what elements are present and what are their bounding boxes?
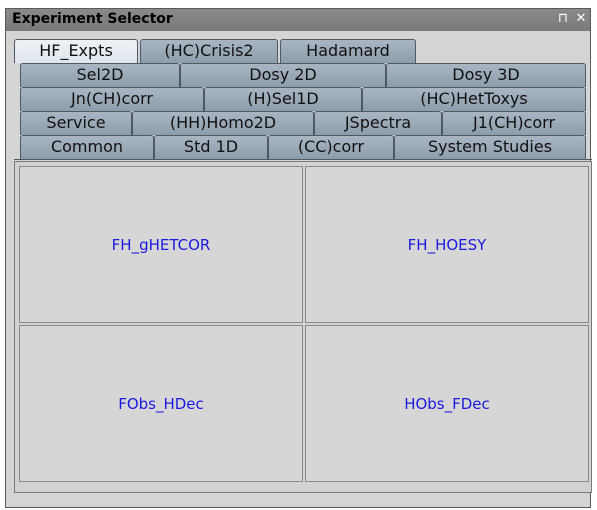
experiment-button-panel: FH_gHETCOR FH_HOESY FObs_HDec HObs_FDec	[14, 161, 592, 493]
tab-std-1d[interactable]: Std 1D	[154, 135, 268, 159]
tab-divider	[14, 159, 592, 160]
experiment-selector-window: Experiment Selector ⊓ ✕ HF_Expts (HC)Cri…	[5, 8, 592, 508]
tab-jspectra[interactable]: JSpectra	[314, 111, 442, 135]
title-bar[interactable]: Experiment Selector ⊓ ✕	[6, 9, 590, 31]
tab-cc-corr[interactable]: (CC)corr	[268, 135, 394, 159]
window-title: Experiment Selector	[12, 11, 173, 27]
tab-hadamard[interactable]: Hadamard	[280, 39, 416, 63]
experiment-tab-strip: HF_Expts (HC)Crisis2 Hadamard Sel2D Dosy…	[14, 33, 592, 178]
close-icon[interactable]: ✕	[572, 10, 590, 28]
tab-jn-ch-corr[interactable]: Jn(CH)corr	[20, 87, 204, 111]
tab-sel2d[interactable]: Sel2D	[20, 63, 180, 87]
tab-hc-hettoxys[interactable]: (HC)HetToxys	[362, 87, 586, 111]
tab-j1-ch-corr[interactable]: J1(CH)corr	[442, 111, 586, 135]
tab-hf-expts[interactable]: HF_Expts	[14, 39, 138, 63]
experiment-button-fobs-hdec[interactable]: FObs_HDec	[19, 325, 303, 482]
tab-service[interactable]: Service	[20, 111, 132, 135]
experiment-button-fh-hoesy[interactable]: FH_HOESY	[305, 166, 589, 323]
tab-hh-homo2d[interactable]: (HH)Homo2D	[132, 111, 314, 135]
float-icon[interactable]: ⊓	[554, 10, 572, 28]
experiment-button-hobs-fdec[interactable]: HObs_FDec	[305, 325, 589, 482]
tab-system-studies[interactable]: System Studies	[394, 135, 586, 159]
tab-common[interactable]: Common	[20, 135, 154, 159]
tab-hc-crisis2[interactable]: (HC)Crisis2	[140, 39, 278, 63]
experiment-button-fh-ghetcor[interactable]: FH_gHETCOR	[19, 166, 303, 323]
tab-dosy-2d[interactable]: Dosy 2D	[180, 63, 386, 87]
tab-h-sel1d[interactable]: (H)Sel1D	[204, 87, 362, 111]
tab-dosy-3d[interactable]: Dosy 3D	[386, 63, 586, 87]
